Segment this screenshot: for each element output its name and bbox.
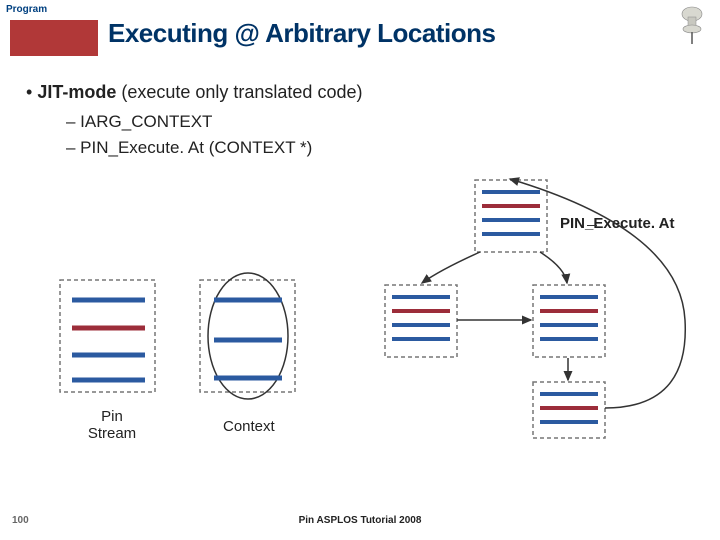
box-pin-stream [60, 280, 155, 392]
box-context [200, 273, 295, 399]
title-color-block [10, 20, 98, 56]
footer-text: Pin ASPLOS Tutorial 2008 [0, 515, 720, 526]
sub-iarg: – IARG_CONTEXT [66, 112, 212, 132]
sub-executeat: – PIN_Execute. At (CONTEXT *) [66, 138, 312, 158]
slide-title: Executing @ Arbitrary Locations [108, 18, 495, 49]
bullet-jit-mode: • JIT-mode (execute only translated code… [26, 82, 362, 103]
box-right-upper [533, 285, 605, 357]
diagram [0, 170, 720, 470]
box-mid [385, 285, 457, 357]
box-top-right [475, 180, 547, 252]
pushpin-icon [672, 2, 712, 46]
box-right-lower [533, 382, 605, 438]
bullet-rest: (execute only translated code) [116, 82, 362, 102]
bullet-bold: JIT-mode [37, 82, 116, 102]
top-left-label: Program [6, 4, 47, 15]
